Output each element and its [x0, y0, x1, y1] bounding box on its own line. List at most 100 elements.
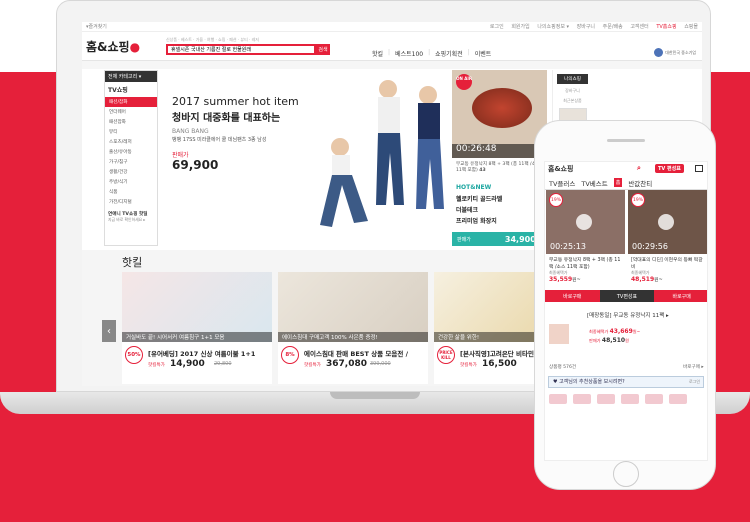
search-button[interactable]: 검색 [316, 44, 330, 55]
phone-frame: 홈&쇼핑 ⌕ TV 편성표 TV플러스 TV베스트 홈 반값찬티 19% 00:… [534, 120, 716, 490]
deal-card[interactable]: 거실바도 끝! 시어서커 여름침구 1+1 모음 50% [유어베딩] 2017… [122, 272, 272, 384]
top-utility-bar: ▾즐겨찾기 로그인 회원가입 나의쇼핑정보 ▾ 장바구니 주문/배송 고객센터 … [82, 22, 702, 32]
tab-tvplus[interactable]: TV플러스 [549, 178, 575, 188]
sidebar-item[interactable]: 생활/건강 [105, 167, 157, 177]
hotkill-title: 핫킬 [122, 256, 143, 269]
onair-info: 무교동 유정낙지 8팩 + 3팩 (총 11팩 /소스 11팩 포함) 43 [456, 162, 541, 173]
deal-price: 16,500 [482, 359, 517, 369]
laptop-notch [330, 392, 420, 399]
buy-now-button[interactable]: 바로구매 [545, 290, 600, 302]
onair-timer: 00:26:48 [452, 144, 547, 158]
recommend-thumb[interactable] [669, 394, 687, 404]
food-image [472, 88, 532, 128]
signup-link[interactable]: 회원가입 [511, 24, 529, 30]
category-sidebar: 전체 카테고리 ▾ TV쇼핑 패션/잡화 언더웨어 패션잡화 뷰티 스포츠/레저… [104, 70, 158, 246]
site-logo[interactable]: 홈&쇼핑● [86, 38, 164, 55]
search-input[interactable] [166, 44, 316, 55]
sidebar-item[interactable]: 출산/유아동 [105, 147, 157, 157]
video-timer: 00:25:13 [550, 242, 586, 251]
recommend-thumb[interactable] [621, 394, 639, 404]
hotnew-tag: HOT&NEW [456, 184, 492, 191]
mobile-product-info: [악대표의 디딘] 이현우의 등뼈 떡갈비 최종혜택가 48,519원~ [631, 258, 703, 283]
mobile-list-item[interactable]: [매장동일] 무교동 유정낙지 11팩 ▸ 최종혜택가 43,669원~ 판매가… [545, 308, 707, 350]
live-video-card[interactable]: 19% 00:29:56 [628, 190, 707, 254]
buy-now-button[interactable]: 바로구매 [654, 290, 707, 302]
recommend-thumb[interactable] [645, 394, 663, 404]
cart-icon[interactable] [695, 165, 703, 172]
recommend-thumb[interactable] [549, 394, 567, 404]
recommend-thumb[interactable] [573, 394, 591, 404]
nav-best100[interactable]: 베스트100 [395, 49, 423, 58]
onair-live-panel[interactable]: ON AIR 00:26:48 [452, 70, 547, 158]
video-timer: 00:29:56 [632, 242, 668, 251]
hero-price: 69,900 [172, 158, 219, 172]
deal-caption: 거실바도 끝! 시어서커 여름침구 1+1 모음 [122, 332, 272, 342]
hotnew-panel[interactable]: HOT&NEW 헬로키티 골드라벨 더블테크 프리미엄 화장지 판매가 34,9… [452, 182, 547, 246]
hero-banner[interactable]: 2017 summer hot item 청바지 대중화를 대표하는 BANG … [160, 70, 450, 246]
mobile-logo[interactable]: 홈&쇼핑 [548, 164, 573, 174]
order-link[interactable]: 주문/배송 [603, 24, 623, 30]
hotnew-name-1: 헬로키티 골드라벨 [456, 196, 503, 203]
tv-schedule-button[interactable]: TV편성표 [599, 290, 655, 302]
deal-image: 에이스침대 구매고객 100% 사은품 증정! [278, 272, 428, 342]
search-hint: 신상품 · 베스트 · 가을 · 여행 · 쇼핑 · 패션 · 뷰티 · 레저 [166, 37, 259, 42]
myshopping-box[interactable]: 나의쇼핑 [557, 74, 588, 84]
cart-link[interactable]: 장바구니 [577, 24, 595, 30]
recommend-banner[interactable]: ♥ 고객님의 추천상품을 보시려면? 로그인 [548, 376, 704, 388]
discount-badge: PRICE KILL [437, 346, 455, 364]
prev-arrow-icon[interactable]: ‹ [102, 320, 116, 342]
list-item-price: 판매가 48,510원 [589, 337, 629, 344]
buy-link[interactable]: 바로구매 ▸ [683, 364, 704, 370]
deal-card[interactable]: 에이스침대 구매고객 100% 사은품 증정! 8% 에이스침대 판매 BEST… [278, 272, 428, 384]
sidebar-item[interactable]: 뷰티 [105, 127, 157, 137]
deal-caption: 에이스침대 구매고객 100% 사은품 증정! [278, 332, 428, 342]
tab-halfprice[interactable]: 반값찬티 [628, 178, 652, 188]
sidebar-promo[interactable]: 연애니 TV쇼핑 핫딜 지금 바로 확인하세요 ▸ [105, 207, 157, 227]
sidebar-item[interactable]: 패션/잡화 [105, 97, 157, 107]
hero-subtitle: 청바지 대중화를 대표하는 [172, 113, 281, 124]
recent-label[interactable]: 최근본상품 [553, 98, 592, 104]
site-header: 홈&쇼핑● 신상품 · 베스트 · 가을 · 여행 · 쇼핑 · 패션 · 뷰티… [82, 32, 702, 60]
myshopping-link[interactable]: 나의쇼핑정보 ▾ [537, 24, 569, 30]
all-categories-button[interactable]: 전체 카테고리 ▾ [105, 71, 157, 82]
play-icon[interactable] [576, 214, 592, 230]
models-image [320, 80, 444, 227]
sidebar-item[interactable]: 식품 [105, 187, 157, 197]
support-link[interactable]: 고객센터 [630, 24, 648, 30]
mobile-screen: 홈&쇼핑 ⌕ TV 편성표 TV플러스 TV베스트 홈 반값찬티 19% 00:… [544, 161, 708, 461]
tv-schedule-badge[interactable]: TV 편성표 [655, 164, 684, 173]
list-item-thumb [549, 324, 569, 344]
main-nav: 핫킬 | 베스트100 | 쇼핑기획전 | 이벤트 [372, 49, 492, 58]
play-icon[interactable] [658, 214, 674, 230]
partner-badge: 대한민국 중소기업 [654, 48, 696, 57]
tab-tvbest[interactable]: TV베스트 [581, 178, 607, 188]
hotnew-name-2: 더블테크 [456, 207, 479, 214]
tv-shopping-link[interactable]: TV홈쇼핑 [656, 24, 676, 30]
nav-hotkill[interactable]: 핫킬 [372, 49, 383, 58]
discount-badge: 19% [549, 193, 563, 207]
sidebar-item[interactable]: 스포츠/레저 [105, 137, 157, 147]
mall-link[interactable]: 쇼핑몰 [684, 24, 698, 30]
tab-home[interactable]: 홈 [613, 178, 623, 187]
sidebar-item[interactable]: 주방/식기 [105, 177, 157, 187]
nav-event[interactable]: 이벤트 [475, 49, 492, 58]
deal-name: [유어베딩] 2017 신상 여름이불 1+1 [148, 350, 256, 358]
login-link[interactable]: 로그인 [490, 24, 504, 30]
onair-badge: ON AIR [456, 74, 472, 90]
recommend-thumb[interactable] [597, 394, 615, 404]
sidebar-item[interactable]: 가구/침구 [105, 157, 157, 167]
live-video-card[interactable]: 19% 00:25:13 [546, 190, 625, 254]
sidebar-item[interactable]: 패션잡화 [105, 117, 157, 127]
deal-image: 거실바도 끝! 시어서커 여름침구 1+1 모음 [122, 272, 272, 342]
cart-label[interactable]: 장바구니 [553, 88, 592, 94]
nav-exhibition[interactable]: 쇼핑기획전 [435, 49, 463, 58]
sidebar-item[interactable]: 언더웨어 [105, 107, 157, 117]
discount-badge: 19% [631, 193, 645, 207]
tvshop-heading[interactable]: TV쇼핑 [105, 82, 157, 97]
deal-old-price: 29,800 [214, 361, 232, 367]
hotnew-pricebar: 판매가 34,900 원 [452, 232, 547, 246]
search-icon[interactable]: ⌕ [637, 164, 641, 173]
login-button[interactable]: 로그인 [689, 379, 700, 385]
favorites-link[interactable]: ▾즐겨찾기 [86, 23, 107, 30]
sidebar-item[interactable]: 가전/디지털 [105, 197, 157, 207]
